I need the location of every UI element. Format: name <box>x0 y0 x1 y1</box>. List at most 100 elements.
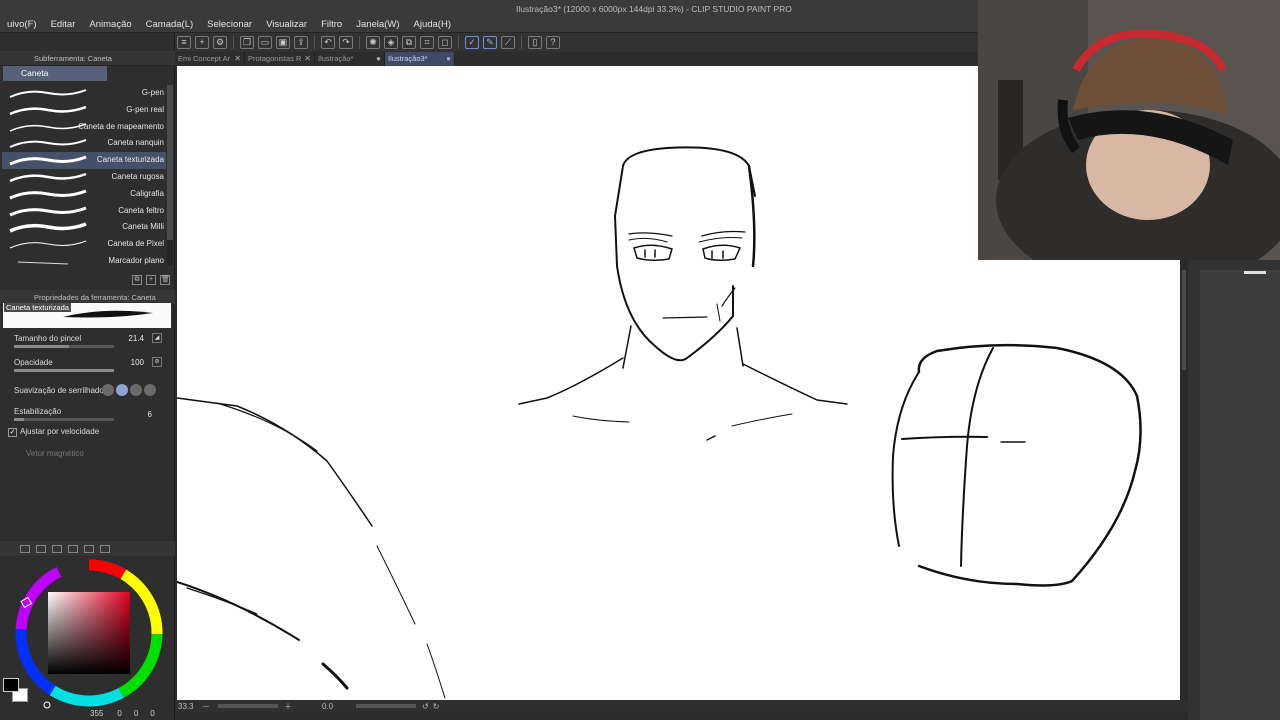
pressure-icon[interactable]: ◢ <box>152 333 162 343</box>
color-set-tab-icon[interactable] <box>36 544 46 553</box>
approx-color-tab-icon[interactable] <box>68 544 78 553</box>
close-icon[interactable]: ● <box>376 52 381 66</box>
pen-correct-icon[interactable]: ✎ <box>483 36 497 49</box>
slider-tab-icon[interactable] <box>100 544 110 553</box>
tab-emi-concept[interactable]: Emi Concept Ar ✕ <box>175 52 245 66</box>
spinner-icon[interactable]: ✺ <box>366 36 380 49</box>
menu-view[interactable]: Visualizar <box>259 18 314 32</box>
brush-item-rough-pen[interactable]: Caneta rugosa <box>2 169 166 186</box>
close-icon[interactable]: ✕ <box>304 52 311 66</box>
open-icon[interactable]: ▭ <box>258 36 272 49</box>
menu-select[interactable]: Selecionar <box>200 18 259 32</box>
rotation-slider[interactable] <box>356 704 416 708</box>
main-color-swatch[interactable] <box>3 678 19 692</box>
close-icon[interactable]: ● <box>446 52 451 66</box>
menu-filter[interactable]: Filtro <box>314 18 349 32</box>
brush-item-g-pen-real[interactable]: G-pen real <box>2 102 166 119</box>
stroke-preview-icon <box>9 122 87 132</box>
rotate-left-icon[interactable]: ↺ <box>422 702 429 711</box>
brush-label: Caneta nanquin <box>107 138 165 148</box>
brush-size-slider[interactable] <box>14 345 114 348</box>
antialias-medium-icon[interactable] <box>130 384 142 396</box>
menu-items: uivo(F) Editar Animação Camada(L) Seleci… <box>0 18 458 32</box>
copy-icon[interactable]: ❐ <box>240 36 254 49</box>
stroke-preview-icon <box>17 261 69 265</box>
settings-icon[interactable]: ⚙ <box>213 36 227 49</box>
opacity-label: Opacidade <box>14 358 53 367</box>
menu-window[interactable]: Janela(W) <box>349 18 406 32</box>
zoom-out-icon[interactable]: － <box>202 701 210 712</box>
rotate-right-icon[interactable]: ↻ <box>433 702 440 711</box>
brush-list-scrollbar[interactable] <box>167 85 173 265</box>
tab-label: Ilustração3* <box>388 54 428 63</box>
tab-ilustracao3[interactable]: Ilustração3* ● <box>385 52 455 66</box>
help-icon[interactable]: ? <box>546 36 560 49</box>
deselect-icon[interactable]: ◻ <box>438 36 452 49</box>
stroke-preview-icon <box>9 240 87 249</box>
close-icon[interactable]: ✕ <box>234 52 241 66</box>
adjust-speed-row[interactable]: ✓ Ajustar por velocidade <box>8 427 99 437</box>
status-bar: 33.3 － ＋ 0.0 ↺ ↻ <box>175 700 1188 712</box>
antialias-weak-icon[interactable] <box>116 384 128 396</box>
opacity-row[interactable]: Opacidade 100 ⊘ <box>14 357 164 372</box>
redo-icon[interactable]: ↷ <box>339 36 353 49</box>
command-bar: ≡ + ⚙ ❐ ▭ ▣ ⇪ ↶ ↷ ✺ ◈ ⧉ ⌗ ◻ ✓ ✎ ⟋ ▯ ? <box>175 33 978 52</box>
brush-item-mapping-pen[interactable]: Caneta de mapeamento <box>2 119 166 136</box>
menu-help[interactable]: Ajuda(H) <box>407 18 459 32</box>
undo-icon[interactable]: ↶ <box>321 36 335 49</box>
stabilization-row[interactable]: Estabilização 6 <box>14 407 164 421</box>
color-wheel[interactable] <box>10 555 168 711</box>
opacity-value[interactable]: 100 <box>131 358 144 367</box>
tab-ilustracao[interactable]: Ilustração* ● <box>315 52 385 66</box>
duplicate-icon[interactable]: ⧉ <box>132 275 142 285</box>
brush-item-calligraphy[interactable]: Caligrafia <box>2 186 166 203</box>
transform-icon[interactable]: ⧉ <box>402 36 416 49</box>
brush-item-g-pen[interactable]: G-pen <box>2 85 166 102</box>
zoom-in-icon[interactable]: ＋ <box>284 701 292 712</box>
brush-size-row[interactable]: Tamanho do pincel 21.4 ◢ <box>14 333 164 348</box>
brush-item-flat-marker[interactable]: Marcador plano <box>2 253 166 270</box>
crop-icon[interactable]: ⌗ <box>420 36 434 49</box>
stroke-preview-icon <box>9 189 87 200</box>
tab-caneta[interactable]: Caneta <box>3 66 107 81</box>
antialias-none-icon[interactable] <box>102 384 114 396</box>
zoom-value[interactable]: 33.3 <box>178 702 202 711</box>
color-wheel-tab-icon[interactable] <box>20 544 30 553</box>
document-tabs: Emi Concept Ar ✕ Protagonistas R ✕ Ilustra… <box>175 52 978 66</box>
brush-item-felt-pen[interactable]: Caneta feltro <box>2 203 166 220</box>
brush-item-textured-pen[interactable]: Caneta texturizada <box>2 152 166 169</box>
stabilization-slider[interactable] <box>14 418 114 421</box>
adjust-speed-checkbox[interactable]: ✓ <box>8 428 17 437</box>
opacity-pressure-icon[interactable]: ⊘ <box>152 357 162 367</box>
ruler-icon[interactable]: ⟋ <box>501 36 515 49</box>
menu-bar: Ilustração3* (12000 x 6000px 144dpi 33.3… <box>0 0 978 33</box>
add-icon[interactable]: + <box>146 275 156 285</box>
save-icon[interactable]: ▣ <box>276 36 290 49</box>
new-icon[interactable]: + <box>195 36 209 49</box>
history-tab-icon[interactable] <box>84 544 94 553</box>
export-icon[interactable]: ⇪ <box>294 36 308 49</box>
brush-item-milli-pen[interactable]: Caneta Milli <box>2 219 166 236</box>
opacity-slider[interactable] <box>14 369 114 372</box>
brush-size-value[interactable]: 21.4 <box>128 334 144 343</box>
pen-stroke-icon[interactable]: ✓ <box>465 36 479 49</box>
device-icon[interactable]: ▯ <box>528 36 542 49</box>
menu-file[interactable]: uivo(F) <box>0 18 44 32</box>
fill-icon[interactable]: ◈ <box>384 36 398 49</box>
menu-edit[interactable]: Editar <box>44 18 83 32</box>
brush-item-pixel-pen[interactable]: Caneta de Pixel <box>2 236 166 253</box>
antialias-strong-icon[interactable] <box>144 384 156 396</box>
menu-icon[interactable]: ≡ <box>177 36 191 49</box>
zoom-slider[interactable] <box>218 704 278 708</box>
rotation-value[interactable]: 0.0 <box>322 702 348 711</box>
intermediate-color-tab-icon[interactable] <box>52 544 62 553</box>
menu-animation[interactable]: Animação <box>82 18 138 32</box>
trash-icon[interactable]: 🗑 <box>160 275 170 285</box>
stabilization-value[interactable]: 6 <box>148 410 152 419</box>
canvas-scrollbar[interactable] <box>1180 260 1188 700</box>
tab-protagonistas[interactable]: Protagonistas R ✕ <box>245 52 315 66</box>
color-value-d: 0 <box>150 709 155 718</box>
menu-layer[interactable]: Camada(L) <box>139 18 201 32</box>
brush-label: Caneta rugosa <box>111 171 164 181</box>
brush-item-nanquin-pen[interactable]: Caneta nanquin <box>2 135 166 152</box>
